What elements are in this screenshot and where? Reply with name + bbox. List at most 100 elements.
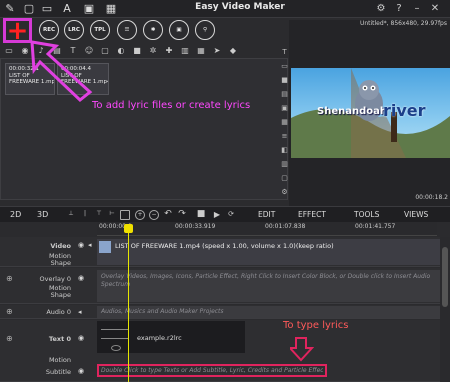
film-icon[interactable]: ▦: [196, 46, 206, 56]
audio-track: ⊕ Audio 0 ◂ Audios, Musics and Audio Mak…: [0, 305, 440, 319]
annotation-arrow-icon: [30, 40, 93, 102]
tpl-button[interactable]: TPL: [90, 20, 110, 40]
settings-icon[interactable]: ⚙: [374, 2, 388, 16]
track-sub: Shape: [50, 259, 71, 267]
search-button[interactable]: ⚲: [195, 20, 215, 40]
shape-tool-icon[interactable]: ■: [280, 76, 289, 85]
adjust-tool-icon[interactable]: ▥: [280, 160, 289, 169]
menu-tools[interactable]: TOOLS: [354, 210, 379, 219]
media-icon[interactable]: ▦: [104, 2, 118, 16]
arrow-icon[interactable]: ➤: [212, 46, 222, 56]
crop-tool-icon[interactable]: ▭: [280, 62, 289, 71]
menu-effect[interactable]: EFFECT: [298, 210, 326, 219]
align-tool-icon[interactable]: ≡: [280, 132, 289, 141]
track-sub: Motion: [48, 356, 71, 364]
clip-shape: [111, 345, 121, 351]
camera-small-icon[interactable]: ◉: [20, 46, 30, 56]
video-preview[interactable]: Shenandoah river: [291, 68, 450, 158]
badge-icon[interactable]: ◆: [228, 46, 238, 56]
select-icon[interactable]: [120, 210, 130, 220]
puzzle-icon[interactable]: ✚: [164, 46, 174, 56]
zoom-out-icon[interactable]: −: [149, 210, 159, 220]
ruler-time: 00:01:41.757: [355, 223, 396, 230]
minimize-icon[interactable]: –: [410, 2, 424, 16]
redo-icon[interactable]: ↷: [177, 210, 187, 220]
add-lyric-annotation: To add lyric files or create lyrics: [92, 100, 251, 111]
clip-thumbnail: [99, 241, 111, 253]
audio-lane[interactable]: Audios, Musics and Audio Maker Projects: [97, 306, 440, 318]
film-tool-icon[interactable]: ▦: [280, 118, 289, 127]
eye-icon[interactable]: ◉: [78, 241, 84, 249]
video-clip[interactable]: LIST OF FREEWARE 1.mp4 (speed x 1.00, vo…: [97, 239, 440, 265]
scrollbar-thumb[interactable]: [442, 247, 448, 307]
clip-title: LIST OF FREEWARE 1.mp4 (speed x 1.00, vo…: [115, 242, 334, 250]
open-project-icon[interactable]: ▭: [40, 2, 54, 16]
caption-icon[interactable]: ▢: [100, 46, 110, 56]
mask-tool-icon[interactable]: ◧: [280, 146, 289, 155]
subtitle-highlight-box: [97, 364, 327, 377]
more-tool-icon[interactable]: ▢: [280, 174, 289, 183]
effects-button[interactable]: ✱: [143, 20, 163, 40]
search-icon: ⚲: [202, 27, 208, 33]
add-media-button[interactable]: +: [3, 18, 32, 44]
list-icon: ☰: [124, 27, 130, 33]
camera-icon: ▣: [176, 27, 182, 33]
app-title: Easy Video Maker: [195, 2, 285, 12]
snap-icon[interactable]: ⊢: [107, 210, 117, 220]
shape-icon[interactable]: ■: [132, 46, 142, 56]
close-icon[interactable]: ✕: [428, 2, 442, 16]
speaker-icon[interactable]: ◂: [78, 308, 82, 316]
split-icon[interactable]: ⊥: [66, 210, 76, 220]
timeline-ruler[interactable]: 00:00:00.0 00:00:33.919 00:01:07.838 00:…: [97, 222, 437, 236]
folder-icon[interactable]: ▭: [4, 46, 14, 56]
loop-icon[interactable]: ⟳: [226, 210, 236, 220]
lyric-clip[interactable]: example.r2lrc: [97, 321, 245, 353]
overlay-hint: Overlay Videos, Images, Icons, Particle …: [101, 273, 431, 288]
tab-2d[interactable]: 2D: [10, 210, 21, 219]
help-icon[interactable]: ?: [392, 2, 406, 16]
new-project-icon[interactable]: ▢: [22, 2, 36, 16]
image-tool-icon[interactable]: ▣: [280, 104, 289, 113]
menu-edit[interactable]: EDIT: [258, 210, 275, 219]
list-button[interactable]: ☰: [117, 20, 137, 40]
overlay-track: ⊕ Overlay 0 ◉ Motion Shape Overlay Video…: [0, 268, 440, 304]
preview-caption-1: Shenandoah: [317, 106, 387, 117]
preview-caption-2: river: [383, 101, 426, 120]
clip-line: [101, 338, 129, 339]
video-track: Video ◉ ◂ Motion Shape LIST OF FREEWARE …: [0, 237, 440, 267]
timeline-scrollbar[interactable]: [440, 237, 450, 382]
export-icon[interactable]: ▣: [82, 2, 96, 16]
lrc-button[interactable]: LRC: [64, 20, 84, 40]
menu-views[interactable]: VIEWS: [404, 210, 428, 219]
zoom-in-icon[interactable]: +: [135, 210, 145, 220]
clip-line: [101, 329, 129, 330]
text-style-icon[interactable]: A: [60, 2, 74, 16]
mark-icon[interactable]: |: [80, 210, 90, 220]
ruler-time: 00:01:07.838: [265, 223, 306, 230]
timeline-menu-bar: 2D 3D ⊥ | ⊤ ⊢ + − ↶ ↷ ■ ▶ ⟳ EDIT EFFECT …: [0, 206, 450, 222]
chart-icon[interactable]: ▥: [180, 46, 190, 56]
ruler-time: 00:00:33.919: [175, 223, 216, 230]
eye-icon[interactable]: ◉: [78, 367, 84, 375]
contrast-icon[interactable]: ◐: [116, 46, 126, 56]
overlay-lane[interactable]: Overlay Videos, Images, Icons, Particle …: [97, 270, 440, 302]
layer-tool-icon[interactable]: ▤: [280, 90, 289, 99]
rec-button[interactable]: REC: [39, 20, 59, 40]
tab-3d[interactable]: 3D: [37, 210, 48, 219]
text-tool-icon[interactable]: T: [280, 48, 289, 57]
title-bar: ✎ ▢ ▭ A ▣ ▦ Easy Video Maker ⚙ ? – ✕: [0, 0, 450, 18]
playhead[interactable]: [128, 225, 129, 382]
lyric-clip-title: example.r2lrc: [137, 334, 182, 342]
settings-tool-icon[interactable]: ⚙: [280, 188, 289, 197]
playhead-handle[interactable]: [124, 224, 133, 233]
eye-icon[interactable]: ◉: [78, 334, 84, 342]
speaker-icon[interactable]: ◂: [88, 241, 92, 249]
gear-small-icon[interactable]: ✲: [148, 46, 158, 56]
cut-icon[interactable]: ⊤: [94, 210, 104, 220]
play-icon[interactable]: ▶: [212, 210, 222, 220]
undo-icon[interactable]: ↶: [163, 210, 173, 220]
camera-button[interactable]: ▣: [169, 20, 189, 40]
eye-icon[interactable]: ◉: [78, 274, 84, 282]
app-logo-icon[interactable]: ✎: [3, 2, 17, 16]
stop-icon[interactable]: ■: [196, 210, 206, 220]
